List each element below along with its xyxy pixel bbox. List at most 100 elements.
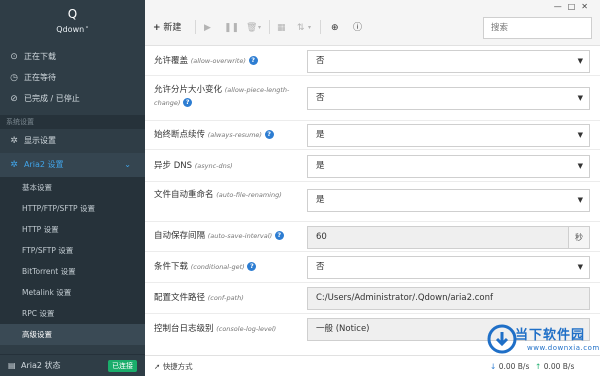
setting-label: 异步 DNS (async-dns) [154,160,304,173]
setting-key: (auto-file-renaming) [216,191,282,199]
sort-icon[interactable]: ⇅ [297,20,305,36]
setting-title: 条件下载 [154,262,189,272]
sidebar-item-label: 正在等待 [24,73,56,82]
setting-title: 自动保存间隔 [154,231,206,241]
sidebar-item-waiting[interactable]: ◷ 正在等待 [0,67,145,88]
setting-title: 允许覆盖 [154,56,189,66]
section-header-system-settings: 系统设置 [0,115,145,129]
select-value: 否 [316,93,325,103]
toolbar-divider [195,20,196,34]
setting-key: (console-log-level) [216,325,277,333]
maximize-icon[interactable]: □ [568,2,582,11]
play-icon[interactable]: ▶ [204,20,211,36]
close-icon[interactable]: ✕ [581,2,594,11]
aria2-status[interactable]: ▤ Aria2 状态 已连接 [0,354,145,376]
search-input[interactable] [483,17,592,39]
select-value: 否 [316,56,325,66]
minimize-icon[interactable]: — [554,2,568,11]
setting-select[interactable]: 否 ▼ [307,256,590,279]
toolbar-divider [269,20,270,34]
help-icon[interactable]: ? [274,231,284,240]
setting-label: 允许覆盖 (allow-overwrite) ? [154,55,304,68]
setting-title: 异步 DNS [154,161,193,171]
sort-dropdown-icon[interactable]: ▾ [308,20,311,36]
setting-row: 始终断点续传 (always-resume) ? 是 ▼ [145,121,600,150]
sidebar-item-label: 已完成 / 已停止 [24,94,80,103]
sidebar: Q Qdown ⊙ 正在下载 ◷ 正在等待 ⊘ 已完成 / 已停止 系统设置 ✲ 显示设… [0,0,145,376]
status-badge: 已连接 [108,360,137,372]
sidebar-subitem-basic[interactable]: 基本设置 [0,177,145,198]
help-icon[interactable]: ? [183,98,193,107]
sidebar-subitem-rpc[interactable]: RPC 设置 [0,303,145,324]
select-value: 是 [316,130,325,140]
setting-select[interactable]: 是 ▼ [307,124,590,147]
sidebar-item-label: 显示设置 [24,136,56,145]
setting-title: 控制台日志级别 [154,324,214,334]
help-icon[interactable]: ? [247,262,257,271]
conf-path-field: C:/Users/Administrator/.Qdown/aria2.conf [307,287,590,310]
help-circle-icon[interactable]: ⓘ [353,20,362,36]
plus-icon: + [153,23,161,33]
setting-select[interactable]: 是 ▼ [307,189,590,212]
window-controls: —□✕ [554,2,594,11]
shortcut-label: 快捷方式 [162,362,193,371]
setting-label: 自动保存间隔 (auto-save-interval) ? [154,230,304,243]
sidebar-item-aria2-settings[interactable]: ✲ Aria2 设置 ⌄ [0,153,145,177]
setting-key: (allow-overwrite) [190,57,246,65]
trash-icon[interactable]: 🗑︎ [246,20,257,36]
setting-select[interactable]: 否 ▼ [307,50,590,73]
brand[interactable]: Q Qdown [0,0,145,42]
watermark-text: 当下软件园 [515,328,586,343]
setting-select[interactable]: 是 ▼ [307,155,590,178]
setting-label: 文件自动重命名 (auto-file-renaming) [154,189,304,202]
help-icon[interactable]: ? [264,130,274,139]
setting-row: 允许覆盖 (allow-overwrite) ? 否 ▼ [145,47,600,76]
pause-icon[interactable]: ❚❚ [224,20,239,36]
gear-icon: ✲ [10,136,18,146]
select-value: 是 [316,195,325,205]
sidebar-subitem-metalink[interactable]: Metalink 设置 [0,282,145,303]
chevron-down-icon: ⌄ [124,160,131,169]
shortcut-button[interactable]: ➚ 快捷方式 [154,356,193,376]
select-value: 否 [316,262,325,272]
check-circle-icon: ⊘ [10,94,18,104]
sidebar-subitem-ftp-sftp[interactable]: FTP/SFTP 设置 [0,240,145,261]
sidebar-item-label: Aria2 设置 [24,160,64,169]
setting-row: 配置文件路径 (conf-path) C:/Users/Administrato… [145,283,600,314]
dropdown-arrow-icon: ▼ [577,131,583,139]
auto-save-interval-input[interactable]: 60 秒 [307,226,590,249]
help-icon[interactable]: ? [248,56,258,65]
dropdown-arrow-icon: ▼ [577,57,583,65]
setting-title: 允许分片大小变化 [154,85,223,95]
shortcut-icon: ➚ [154,362,161,371]
select-value: 是 [316,161,325,171]
dropdown-arrow-icon: ▼ [577,263,583,271]
grid-view-icon[interactable]: ▦ [277,20,286,36]
clock-icon: ◷ [10,73,18,83]
sidebar-item-display-settings[interactable]: ✲ 显示设置 [0,129,145,153]
setting-select[interactable]: 否 ▼ [307,87,590,110]
unit-seconds: 秒 [568,227,589,248]
sidebar-subitem-advanced[interactable]: 高级设置 [0,324,145,345]
toolbar-divider [320,20,321,34]
sidebar-subitem-http[interactable]: HTTP 设置 [0,219,145,240]
watermark-url: www.downxia.com [527,344,600,352]
toolbar: —□✕ + 新建 ▶ ❚❚ 🗑︎ ▾ ▦ ⇅ ▾ ⊕ ⓘ [145,0,600,46]
setting-label: 配置文件路径 (conf-path) [154,292,304,305]
new-task-button[interactable]: + 新建 [153,20,181,36]
sidebar-subitem-bittorrent[interactable]: BitTorrent 设置 [0,261,145,282]
sidebar-item-downloading[interactable]: ⊙ 正在下载 [0,46,145,67]
trash-dropdown-icon[interactable]: ▾ [258,20,261,36]
field-value: C:/Users/Administrator/.Qdown/aria2.conf [316,293,493,303]
new-task-label: 新建 [163,23,182,33]
select-value: 一般 (Notice) [316,324,370,334]
server-icon: ▤ [8,361,16,370]
setting-label: 始终断点续传 (always-resume) ? [154,129,304,142]
setting-label: 条件下载 (conditional-get) ? [154,261,304,274]
sidebar-subitem-http-ftp-sftp[interactable]: HTTP/FTP/SFTP 设置 [0,198,145,219]
dropdown-arrow-icon: ▼ [577,162,583,170]
add-circle-icon[interactable]: ⊕ [331,20,339,36]
sidebar-item-stopped[interactable]: ⊘ 已完成 / 已停止 [0,88,145,109]
download-icon: ⊙ [10,52,18,62]
logo-icon: Q [67,7,78,21]
